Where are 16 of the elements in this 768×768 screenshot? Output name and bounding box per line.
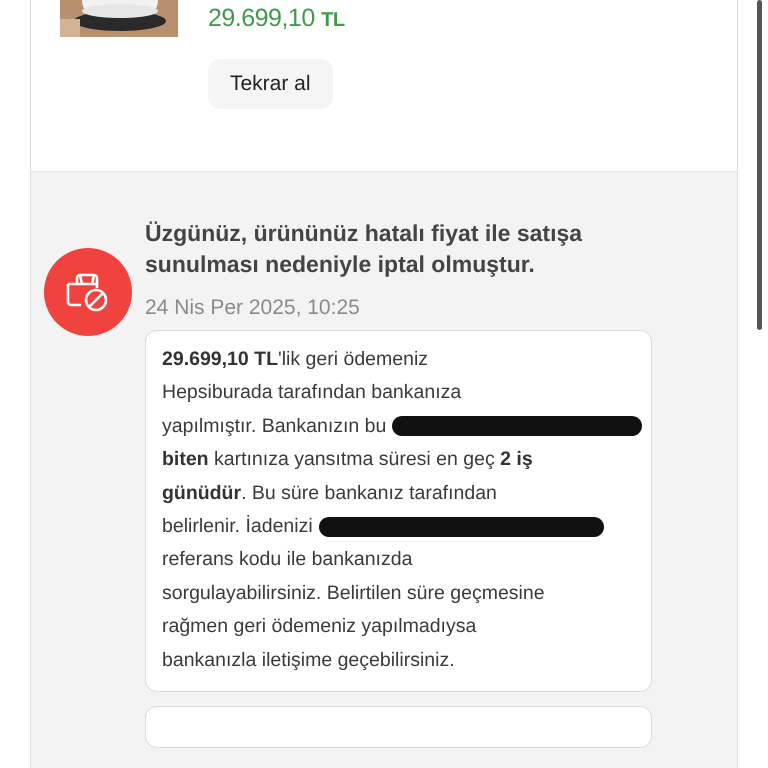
message-text: belirlenir. İadenizi (162, 514, 313, 539)
cancelled-box-icon (44, 248, 132, 336)
message-text: 29.699,10 TL'lik geri ödemeniz (162, 347, 428, 372)
reorder-button[interactable]: Tekrar al (208, 59, 333, 109)
message-text: biten kartınıza yansıtma süresi en geç 2 iş (162, 447, 533, 472)
message-text: yapılmıştır. Bankanızın bu (162, 414, 386, 439)
message-text: referans kodu ile bankanızda (162, 547, 412, 572)
message-text: Hepsiburada tarafından bankanıza (162, 380, 462, 406)
message-text: bankanızla iletişime geçebilirsiniz. (162, 648, 455, 673)
status-date: 24 Nis Per 2025, 10:25 (145, 296, 361, 320)
message-text: rağmen geri ödemeniz yapılmadıysa (162, 614, 476, 640)
message-text: günüdür. Bu süre bankanız tarafından (162, 480, 497, 506)
message-text: sorgulayabilirsiniz. Belirtilen süre geçmesine (162, 580, 545, 606)
scrollbar[interactable] (757, 0, 762, 330)
price: 29.699,10 TL (208, 4, 345, 33)
status-title: Üzgünüz, ürününüz hatalı fiyat ile satışa sunulması nedeniyle iptal olmuştur. (145, 219, 584, 279)
